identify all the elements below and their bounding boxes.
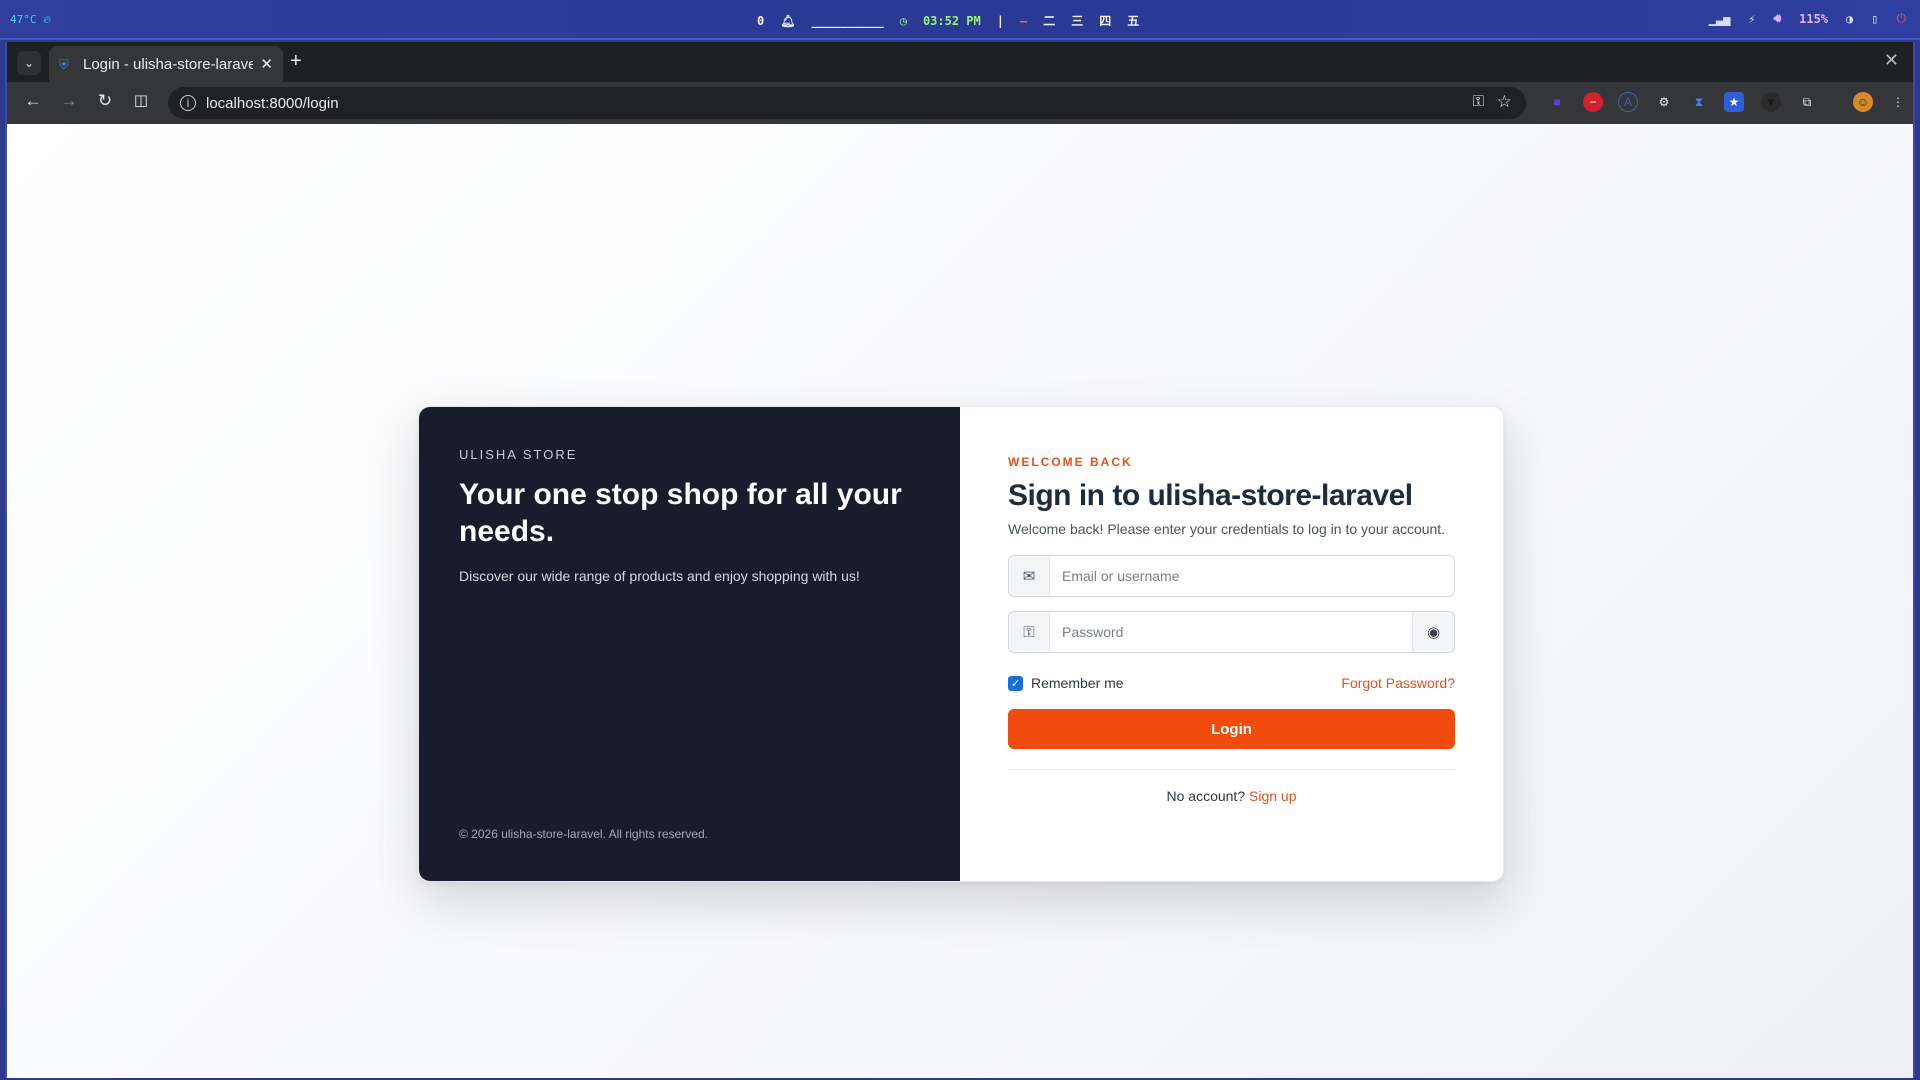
extension-screenshot-icon[interactable]: ★ (1724, 92, 1744, 112)
address-bar[interactable]: i localhost:8000/login ⚿ ☆ (168, 87, 1526, 119)
clock-time: 03:52 PM (922, 13, 981, 28)
no-account-text: No account? (1166, 788, 1249, 804)
workspace-5[interactable]: 五 (1127, 12, 1139, 29)
split-view-icon[interactable]: ◫ (129, 91, 153, 109)
temperature-indicator: 47°C 🔥︎ (10, 13, 51, 27)
back-arrow-icon[interactable]: ← (21, 91, 45, 111)
extension-purple-icon[interactable]: ■ (1547, 92, 1567, 112)
tab-search-chevron-down-icon[interactable]: ⌄ (17, 51, 41, 75)
divider (1008, 769, 1455, 770)
show-password-eye-icon[interactable]: ◉ (1412, 612, 1454, 652)
page-content: ULISHA STORE Your one stop shop for all … (7, 124, 1913, 1078)
bell-icon[interactable]: 🔔︎ (780, 14, 795, 28)
workspace-4[interactable]: 四 (1099, 12, 1111, 29)
login-form-panel: WELCOME BACK Sign in to ulisha-store-lar… (960, 407, 1503, 881)
tab-title: Login - ulisha-store-laravel (83, 55, 253, 73)
extensions-puzzle-icon[interactable]: ⧉ (1797, 92, 1817, 112)
new-tab-plus-icon[interactable]: + (290, 50, 302, 73)
brand-name: ULISHA STORE (459, 447, 578, 462)
volume-level: 115% (1799, 11, 1829, 26)
system-center-cluster: 0 🔔︎ __________ ◷ 03:52 PM | — 二 三 四 五 (757, 12, 1139, 29)
extension-wave-icon[interactable]: ⧗ (1689, 92, 1709, 112)
form-heading: Sign in to ulisha-store-laravel (1008, 479, 1413, 512)
signup-row: No account? Sign up (1008, 788, 1455, 804)
login-button[interactable]: Login (1008, 709, 1455, 749)
bolt-icon[interactable]: ⚡︎ (1748, 12, 1755, 26)
system-tray: ▁▃▅ ⚡︎ 🔊︎ 115% ◑ ▯ ⏻ (1709, 11, 1906, 26)
browser-window: ⌄ ⛨ Login - ulisha-store-laravel ✕ + ✕ ←… (5, 42, 1915, 1078)
separator: | (996, 13, 1004, 28)
temperature-value: 47°C (10, 13, 37, 26)
window-close-icon[interactable]: ✕ (1884, 50, 1899, 71)
profile-avatar-icon[interactable]: ☺ (1853, 92, 1873, 112)
battery-icon[interactable]: ▯ (1871, 12, 1878, 26)
url-text[interactable]: localhost:8000/login (206, 95, 339, 112)
workspace-3[interactable]: 三 (1071, 12, 1083, 29)
notification-count: 0 (757, 13, 765, 28)
power-icon[interactable]: ⏻ (1897, 11, 1907, 26)
password-input[interactable] (1050, 612, 1412, 652)
reload-icon[interactable]: ↻ (93, 91, 117, 111)
tab-login[interactable]: ⛨ Login - ulisha-store-laravel ✕ (49, 46, 283, 82)
hero-description: Discover our wide range of products and … (459, 568, 860, 584)
site-info-icon[interactable]: i (180, 95, 196, 111)
volume-icon[interactable]: 🔊︎ (1774, 11, 1782, 26)
workspace-1-indicator[interactable]: — (1020, 14, 1027, 28)
extension-gear-icon[interactable]: ⚙ (1654, 92, 1674, 112)
email-input[interactable] (1050, 556, 1454, 596)
flame-icon: 🔥︎ (43, 13, 52, 26)
hero-heading: Your one stop shop for all your needs. (459, 478, 902, 548)
forgot-password-link[interactable]: Forgot Password? (1341, 675, 1455, 691)
system-top-bar: 47°C 🔥︎ 0 🔔︎ __________ ◷ 03:52 PM | — 二… (0, 0, 1920, 40)
browser-menu-icon[interactable]: ⋮ (1888, 92, 1908, 112)
password-key-icon[interactable]: ⚿ (1473, 93, 1484, 110)
signal-icon[interactable]: ▁▃▅ (1709, 12, 1731, 26)
tab-strip: ⌄ ⛨ Login - ulisha-store-laravel ✕ + ✕ (7, 42, 1913, 82)
welcome-kicker: WELCOME BACK (1008, 455, 1133, 469)
email-field: ✉︎ (1008, 555, 1455, 597)
remember-me-control[interactable]: ✓ Remember me (1008, 675, 1124, 691)
extension-block-icon[interactable]: − (1583, 92, 1603, 112)
key-icon: ⚿ (1009, 612, 1050, 652)
extension-cat-icon[interactable]: ▼ (1761, 92, 1781, 112)
remember-forgot-row: ✓ Remember me Forgot Password? (1008, 675, 1455, 691)
remember-label[interactable]: Remember me (1031, 675, 1124, 691)
extension-circle-icon[interactable]: A (1618, 92, 1638, 112)
envelope-icon: ✉︎ (1009, 556, 1050, 596)
copyright-text: © 2026 ulisha-store-laravel. All rights … (459, 827, 708, 841)
brand-panel: ULISHA STORE Your one stop shop for all … (419, 407, 960, 881)
tab-close-icon[interactable]: ✕ (260, 55, 273, 73)
clock-icon: ◷ (899, 13, 907, 28)
bookmark-star-icon[interactable]: ☆ (1497, 92, 1512, 112)
signup-link[interactable]: Sign up (1249, 788, 1296, 804)
contrast-icon[interactable]: ◑ (1846, 12, 1853, 26)
browser-toolbar: ← → ↻ ◫ i localhost:8000/login ⚿ ☆ ■ − A… (7, 82, 1913, 124)
remember-checkbox[interactable]: ✓ (1008, 675, 1023, 691)
forward-arrow-icon[interactable]: → (57, 91, 81, 111)
form-subtitle: Welcome back! Please enter your credenti… (1008, 521, 1446, 537)
password-field: ⚿ ◉ (1008, 611, 1455, 653)
login-card: ULISHA STORE Your one stop shop for all … (418, 406, 1504, 882)
progress-underline: __________ (811, 13, 884, 28)
shield-favicon-icon: ⛨ (59, 57, 69, 72)
workspace-2[interactable]: 二 (1043, 12, 1055, 29)
